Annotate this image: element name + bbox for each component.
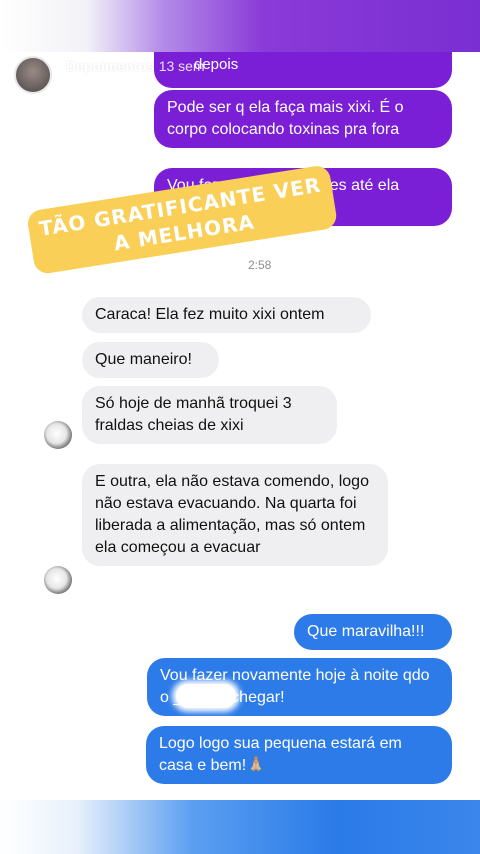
message-bubble-outgoing: Que maravilha!!! <box>294 614 452 650</box>
see-translation-label: Ver tradução <box>86 80 159 94</box>
message-bubble-outgoing: Logo logo sua pequena estará em casa e b… <box>146 726 452 784</box>
message-text: Caraca! Ela fez muito xixi ontem <box>95 306 325 323</box>
story-bottom-gradient <box>0 800 480 854</box>
message-timestamp: 2:58 <box>248 258 272 272</box>
story-top-gradient <box>0 0 480 52</box>
message-text: Que maravilha!!! <box>307 623 425 640</box>
message-bubble-incoming: Que maneiro! <box>82 342 219 378</box>
message-bubble-outgoing: Pode ser q ela faça mais xixi. É o corpo… <box>154 90 452 148</box>
message-text: Pode ser q ela faça mais xixi. É o corpo… <box>167 99 404 138</box>
story-meta: Depoimentos 13 sem Ver tradução <box>66 58 205 94</box>
message-text: E outra, ela não estava comendo, logo nã… <box>95 473 369 556</box>
redaction-blur <box>176 684 236 708</box>
profile-avatar[interactable] <box>14 56 52 94</box>
sender-avatar <box>44 566 72 594</box>
message-text: Logo logo sua pequena estará em casa e b… <box>159 735 402 774</box>
message-bubble-incoming: Caraca! Ela fez muito xixi ontem <box>82 297 371 333</box>
globe-icon <box>66 82 76 92</box>
message-bubble-incoming: Só hoje de manhã troquei 3 fraldas cheia… <box>82 386 337 444</box>
message-bubble-incoming: E outra, ela não estava comendo, logo nã… <box>82 464 388 566</box>
sender-avatar <box>44 421 72 449</box>
story-username[interactable]: Depoimentos <box>66 58 155 74</box>
story-time: 13 sem <box>158 58 205 74</box>
message-text: Só hoje de manhã troquei 3 fraldas cheia… <box>95 395 292 434</box>
message-text: Que maneiro! <box>95 351 192 368</box>
